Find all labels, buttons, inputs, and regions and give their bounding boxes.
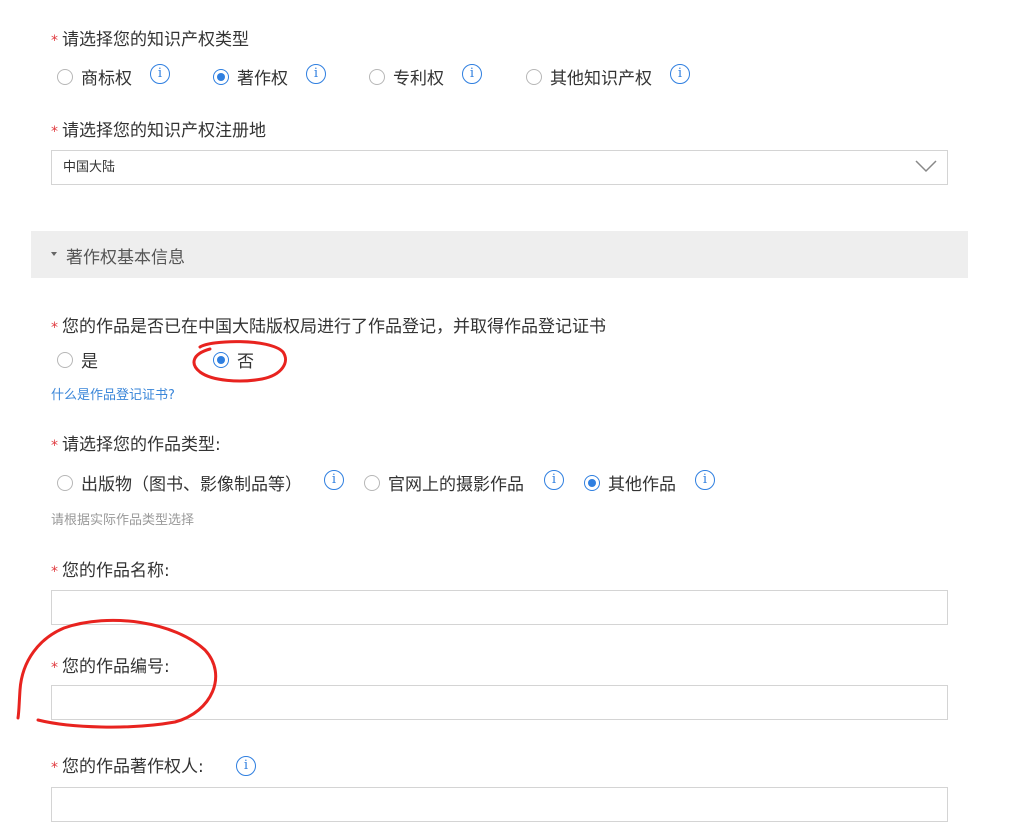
radio-label: 官网上的摄影作品 bbox=[388, 475, 524, 495]
radio-official-photo[interactable]: 官网上的摄影作品 bbox=[364, 470, 524, 495]
ip-type-label-text: 请选择您的知识产权类型 bbox=[62, 30, 249, 50]
copyright-owner-label: * 您的作品著作权人: bbox=[51, 756, 204, 779]
registration-label-text: 您的作品是否已在中国大陆版权局进行了作品登记，并取得作品登记证书 bbox=[62, 317, 606, 337]
work-name-label-text: 您的作品名称: bbox=[62, 561, 170, 581]
info-icon[interactable]: i bbox=[306, 64, 326, 84]
radio-button[interactable] bbox=[364, 474, 380, 491]
work-type-hint: 请根据实际作品类型选择 bbox=[51, 513, 195, 528]
help-link-registration-certificate[interactable]: 什么是作品登记证书? bbox=[51, 384, 175, 403]
ip-type-label: * 请选择您的知识产权类型 bbox=[51, 29, 249, 52]
radio-button[interactable] bbox=[213, 68, 229, 85]
info-icon[interactable]: i bbox=[150, 64, 170, 84]
work-type-label: * 请选择您的作品类型: bbox=[51, 434, 221, 457]
radio-no[interactable]: 否 bbox=[213, 347, 254, 372]
required-mark: * bbox=[51, 760, 58, 776]
chevron-down-icon[interactable] bbox=[915, 159, 937, 173]
radio-button[interactable] bbox=[526, 68, 542, 85]
radio-publication[interactable]: 出版物（图书、影像制品等） bbox=[57, 470, 302, 495]
caret-down-icon bbox=[51, 252, 57, 256]
section-title: 著作权基本信息 bbox=[66, 248, 185, 268]
radio-copyright[interactable]: 著作权 bbox=[213, 64, 288, 89]
work-name-label: * 您的作品名称: bbox=[51, 560, 170, 583]
radio-button[interactable] bbox=[584, 474, 600, 491]
radio-label: 出版物（图书、影像制品等） bbox=[81, 475, 302, 495]
info-icon[interactable]: i bbox=[695, 470, 715, 490]
radio-label: 其他知识产权 bbox=[550, 69, 652, 89]
required-mark: * bbox=[51, 438, 58, 454]
work-number-label-text: 您的作品编号: bbox=[62, 657, 170, 677]
region-selected-value: 中国大陆 bbox=[63, 160, 116, 175]
work-number-input[interactable] bbox=[51, 685, 948, 720]
copyright-owner-label-text: 您的作品著作权人: bbox=[62, 757, 204, 777]
radio-button[interactable] bbox=[57, 474, 73, 491]
required-mark: * bbox=[51, 564, 58, 580]
radio-label: 专利权 bbox=[393, 69, 444, 89]
radio-trademark[interactable]: 商标权 bbox=[57, 64, 132, 89]
radio-other-ip[interactable]: 其他知识产权 bbox=[526, 64, 652, 89]
info-icon[interactable]: i bbox=[670, 64, 690, 84]
info-icon[interactable]: i bbox=[462, 64, 482, 84]
radio-yes[interactable]: 是 bbox=[57, 347, 98, 372]
required-mark: * bbox=[51, 320, 58, 336]
radio-other-work[interactable]: 其他作品 bbox=[584, 470, 676, 495]
radio-button[interactable] bbox=[57, 351, 73, 368]
region-select[interactable]: 中国大陆 bbox=[51, 150, 948, 185]
work-type-label-text: 请选择您的作品类型: bbox=[62, 435, 221, 455]
registration-label: * 您的作品是否已在中国大陆版权局进行了作品登记，并取得作品登记证书 bbox=[51, 316, 606, 339]
work-number-label: * 您的作品编号: bbox=[51, 656, 170, 679]
info-icon[interactable]: i bbox=[324, 470, 344, 490]
radio-label: 商标权 bbox=[81, 69, 132, 89]
region-label: * 请选择您的知识产权注册地 bbox=[51, 120, 266, 143]
radio-patent[interactable]: 专利权 bbox=[369, 64, 444, 89]
radio-label: 其他作品 bbox=[608, 475, 676, 495]
required-mark: * bbox=[51, 660, 58, 676]
radio-button[interactable] bbox=[57, 68, 73, 85]
work-name-input[interactable] bbox=[51, 590, 948, 625]
radio-label: 著作权 bbox=[237, 69, 288, 89]
copyright-owner-input[interactable] bbox=[51, 787, 948, 822]
radio-button[interactable] bbox=[369, 68, 385, 85]
info-icon[interactable]: i bbox=[544, 470, 564, 490]
radio-label: 否 bbox=[237, 352, 254, 372]
radio-label: 是 bbox=[81, 352, 98, 372]
radio-button[interactable] bbox=[213, 351, 229, 368]
required-mark: * bbox=[51, 124, 58, 140]
required-mark: * bbox=[51, 33, 58, 49]
region-label-text: 请选择您的知识产权注册地 bbox=[62, 121, 266, 141]
section-header-copyright-info[interactable]: 著作权基本信息 bbox=[31, 231, 968, 278]
info-icon[interactable]: i bbox=[236, 756, 256, 776]
